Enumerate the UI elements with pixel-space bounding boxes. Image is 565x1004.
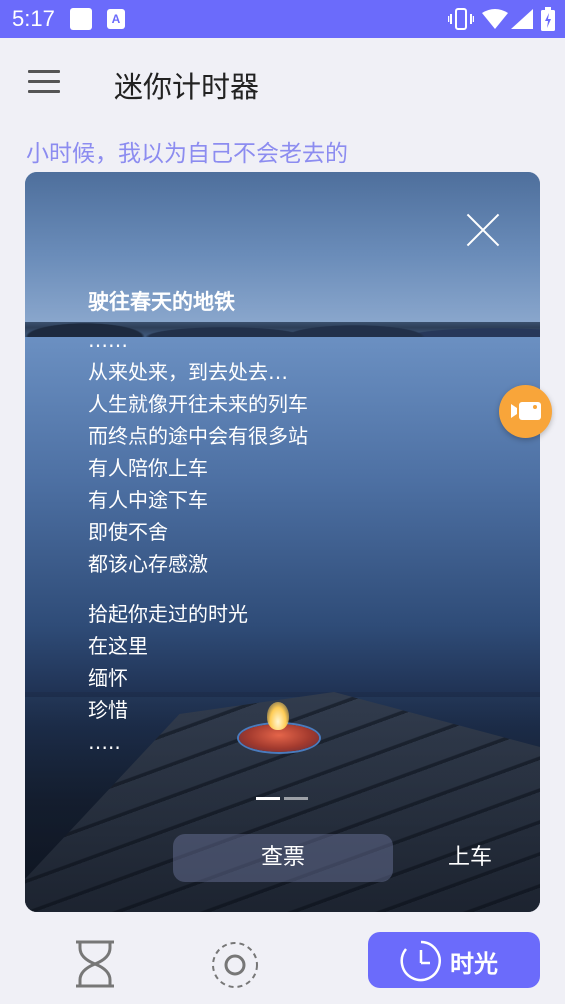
poem-line: 即使不舍	[88, 520, 168, 544]
page-title: 迷你计时器	[114, 70, 260, 104]
poem-line: ……	[88, 328, 128, 352]
dashed-circle-icon[interactable]	[210, 940, 260, 990]
video-camera-button[interactable]	[499, 385, 552, 438]
board-button[interactable]: 上车	[435, 834, 505, 882]
poem-card: 驶往春天的地铁 …… 从来处来，到去处去… 人生就像开往未来的列车 而终点的途中…	[25, 172, 540, 912]
poem-line: 有人陪你上车	[88, 456, 208, 480]
poem-line: 珍惜	[88, 698, 128, 722]
poem-line: 拾起你走过的时光	[88, 602, 248, 626]
page-indicator	[256, 797, 308, 801]
subtitle-text: 小时候，我以为自己不会老去的	[26, 141, 348, 167]
poem-title: 驶往春天的地铁	[88, 290, 235, 314]
poem-text: 驶往春天的地铁 …… 从来处来，到去处去… 人生就像开往未来的列车 而终点的途中…	[88, 286, 308, 758]
check-ticket-button[interactable]: 查票	[173, 834, 393, 882]
hamburger-menu-icon[interactable]	[28, 70, 60, 94]
status-bar: 5:17 A	[0, 0, 565, 38]
battery-icon	[541, 7, 555, 31]
signal-icon	[511, 9, 533, 29]
page-indicator-dot	[284, 797, 308, 800]
poem-line: 缅怀	[88, 666, 128, 690]
video-camera-icon	[511, 402, 541, 420]
notification-square-icon	[70, 8, 92, 30]
close-icon[interactable]	[465, 212, 501, 248]
status-time: 5:17	[12, 6, 55, 31]
wifi-icon	[482, 9, 508, 29]
bottom-nav: 时光	[0, 920, 565, 1004]
poem-line: 而终点的途中会有很多站	[88, 424, 308, 448]
poem-line: …..	[88, 730, 121, 754]
page-indicator-dot-active	[256, 797, 280, 800]
poem-line: 人生就像开往未来的列车	[88, 392, 308, 416]
a-app-icon: A	[107, 9, 125, 29]
poem-line: 从来处来，到去处去…	[88, 360, 288, 384]
nav-item-time[interactable]: 时光	[368, 932, 540, 988]
clock-icon	[400, 940, 441, 982]
poem-line: 在这里	[88, 634, 148, 658]
nav-item-time-label: 时光	[450, 950, 498, 978]
hourglass-icon[interactable]	[74, 940, 116, 988]
poem-line: 有人中途下车	[88, 488, 208, 512]
vibrate-icon	[448, 8, 474, 30]
app-bar: 迷你计时器	[0, 38, 565, 126]
poem-line: 都该心存感激	[88, 552, 208, 576]
